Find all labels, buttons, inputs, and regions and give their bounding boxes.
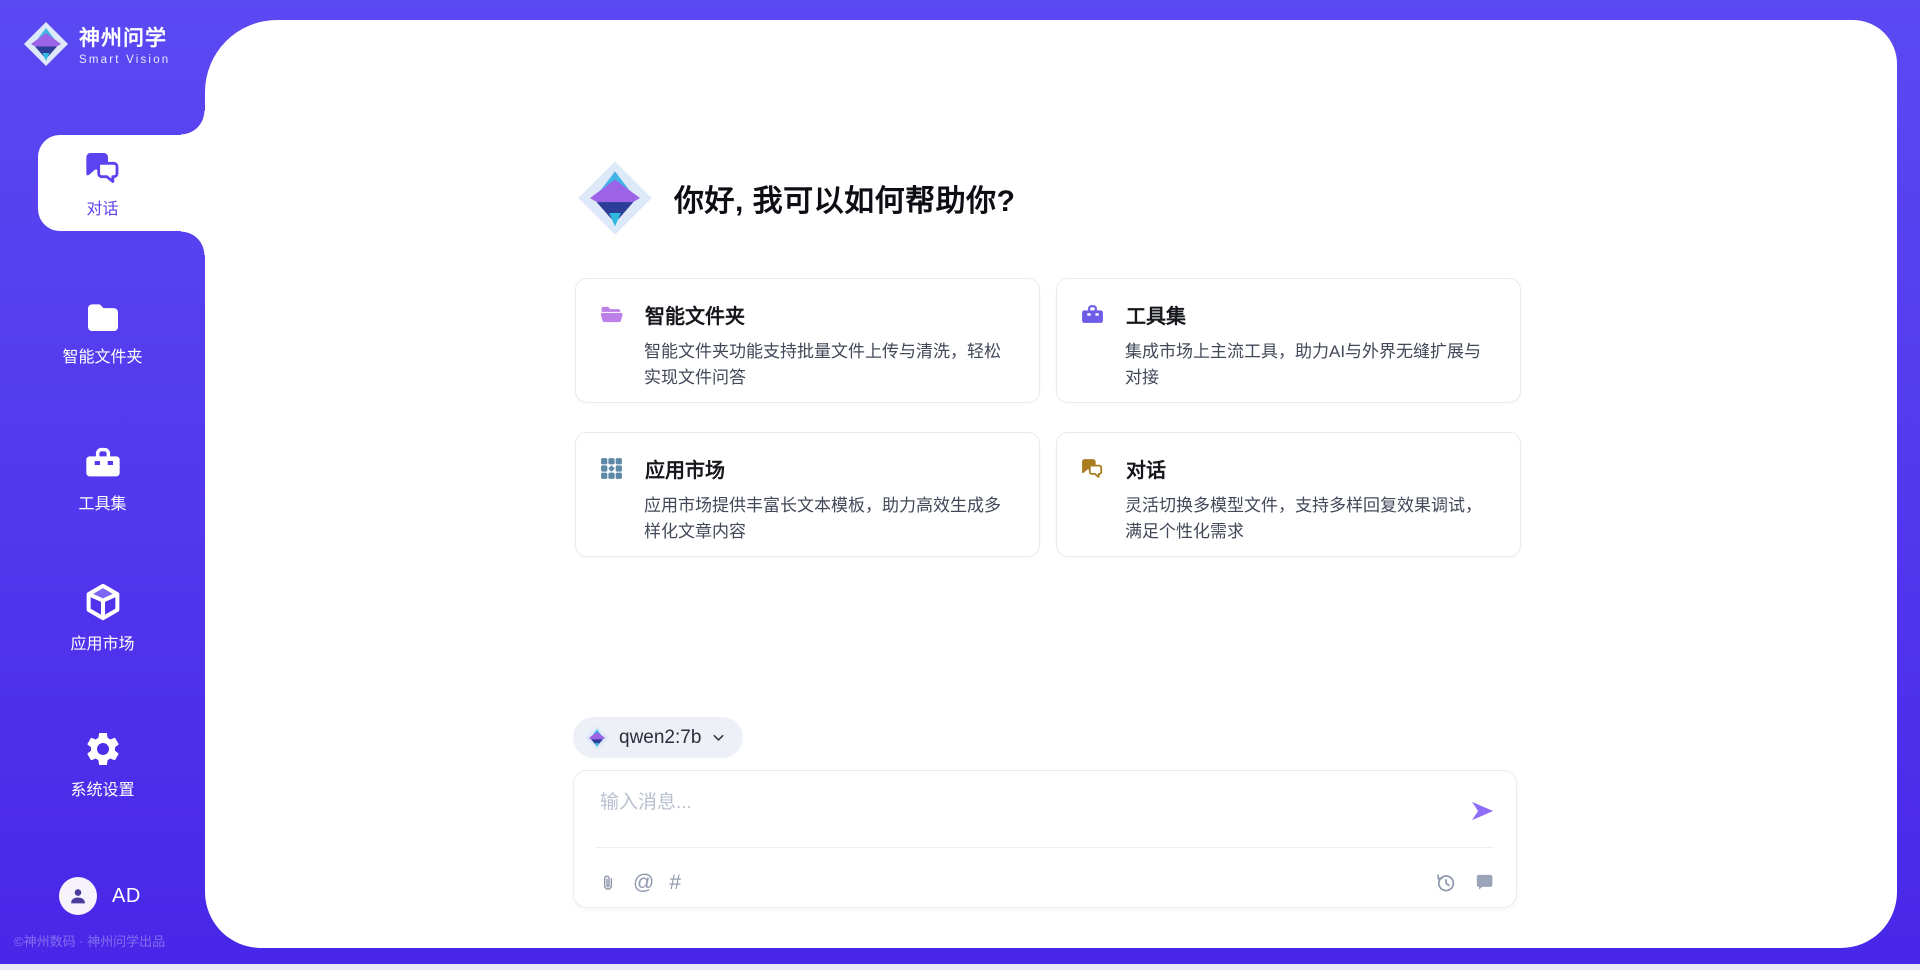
send-button[interactable] [1468, 797, 1496, 825]
assistant-gem-icon [575, 158, 655, 238]
hashtag-button[interactable]: # [669, 872, 681, 894]
toolbox-icon [1080, 302, 1105, 327]
model-name: qwen2:7b [619, 727, 701, 749]
message-composer: @ # [573, 770, 1517, 908]
chevron-down-icon [710, 729, 727, 746]
card-description: 灵活切换多模型文件，支持多样回复效果调试，满足个性化需求 [1125, 493, 1496, 544]
chat-icon [1080, 456, 1105, 481]
brand-name: 神州问学 [79, 22, 170, 52]
grid-icon [599, 456, 624, 481]
card-description: 智能文件夹功能支持批量文件上传与清洗，轻松实现文件问答 [644, 339, 1015, 390]
screen-bottom-edge [0, 964, 1920, 970]
folder-icon [83, 296, 123, 336]
greeting: 你好, 我可以如何帮助你? [575, 158, 1016, 238]
sidebar-item-tools[interactable]: 工具集 [0, 443, 205, 514]
cube-icon [82, 581, 124, 623]
card-title: 工具集 [1126, 300, 1186, 329]
brand-gem-icon [22, 20, 70, 68]
sidebar-item-market[interactable]: 应用市场 [0, 581, 205, 654]
message-bubble-icon [1473, 871, 1496, 894]
user-menu[interactable]: AD [59, 877, 141, 915]
card-title: 对话 [1126, 454, 1166, 483]
sidebar-item-label: 智能文件夹 [62, 343, 142, 367]
chat-icon [83, 148, 123, 188]
avatar [59, 877, 97, 915]
sidebar-item-label: 系统设置 [70, 776, 134, 800]
sidebar-item-settings[interactable]: 系统设置 [0, 729, 205, 800]
card-smart-folder[interactable]: 智能文件夹 智能文件夹功能支持批量文件上传与清洗，轻松实现文件问答 [575, 278, 1040, 403]
card-toolset[interactable]: 工具集 集成市场上主流工具，助力AI与外界无缝扩展与对接 [1056, 278, 1521, 403]
composer-tools-right [1434, 871, 1496, 894]
sidebar-item-chat[interactable]: 对话 [0, 148, 205, 219]
hash-icon: # [669, 872, 681, 894]
sidebar-item-label: 对话 [86, 195, 118, 219]
paperclip-icon [598, 872, 618, 894]
brand-logo: 神州问学 Smart Vision [22, 20, 170, 68]
card-title: 应用市场 [645, 454, 725, 483]
user-icon [67, 885, 89, 907]
history-clock-icon [1434, 871, 1457, 894]
card-description: 集成市场上主流工具，助力AI与外界无缝扩展与对接 [1125, 339, 1496, 390]
gear-icon [83, 729, 123, 769]
card-title: 智能文件夹 [645, 300, 745, 329]
composer-tools-left: @ # [598, 872, 681, 894]
card-chat[interactable]: 对话 灵活切换多模型文件，支持多样回复效果调试，满足个性化需求 [1056, 432, 1521, 557]
sidebar-item-label: 应用市场 [70, 630, 134, 654]
history-button[interactable] [1434, 871, 1457, 894]
at-icon: @ [633, 872, 654, 894]
model-gem-icon [584, 725, 610, 751]
message-input[interactable] [600, 786, 1420, 820]
greeting-text: 你好, 我可以如何帮助你? [674, 176, 1016, 220]
sidebar-item-label: 工具集 [78, 490, 126, 514]
quick-phrases-button[interactable] [1473, 871, 1496, 894]
card-app-market[interactable]: 应用市场 应用市场提供丰富长文本模板，助力高效生成多样化文章内容 [575, 432, 1040, 557]
send-icon [1468, 797, 1496, 825]
feature-cards: 智能文件夹 智能文件夹功能支持批量文件上传与清洗，轻松实现文件问答 工具集 集成… [575, 278, 1521, 557]
attachment-button[interactable] [598, 872, 618, 894]
sidebar: 神州问学 Smart Vision 对话 智能文件夹 工具集 应用市场 系统设置 [0, 0, 205, 970]
sidebar-footer: ©神州数码 · 神州问学出品 [14, 931, 204, 950]
sidebar-item-folders[interactable]: 智能文件夹 [0, 296, 205, 367]
user-initials: AD [112, 885, 141, 908]
mention-button[interactable]: @ [633, 872, 654, 894]
brand-subtitle: Smart Vision [79, 54, 170, 66]
composer-divider [596, 847, 1494, 848]
model-selector[interactable]: qwen2:7b [573, 717, 743, 758]
card-description: 应用市场提供丰富长文本模板，助力高效生成多样化文章内容 [644, 493, 1015, 544]
folder-open-icon [599, 302, 624, 327]
toolbox-icon [83, 443, 123, 483]
